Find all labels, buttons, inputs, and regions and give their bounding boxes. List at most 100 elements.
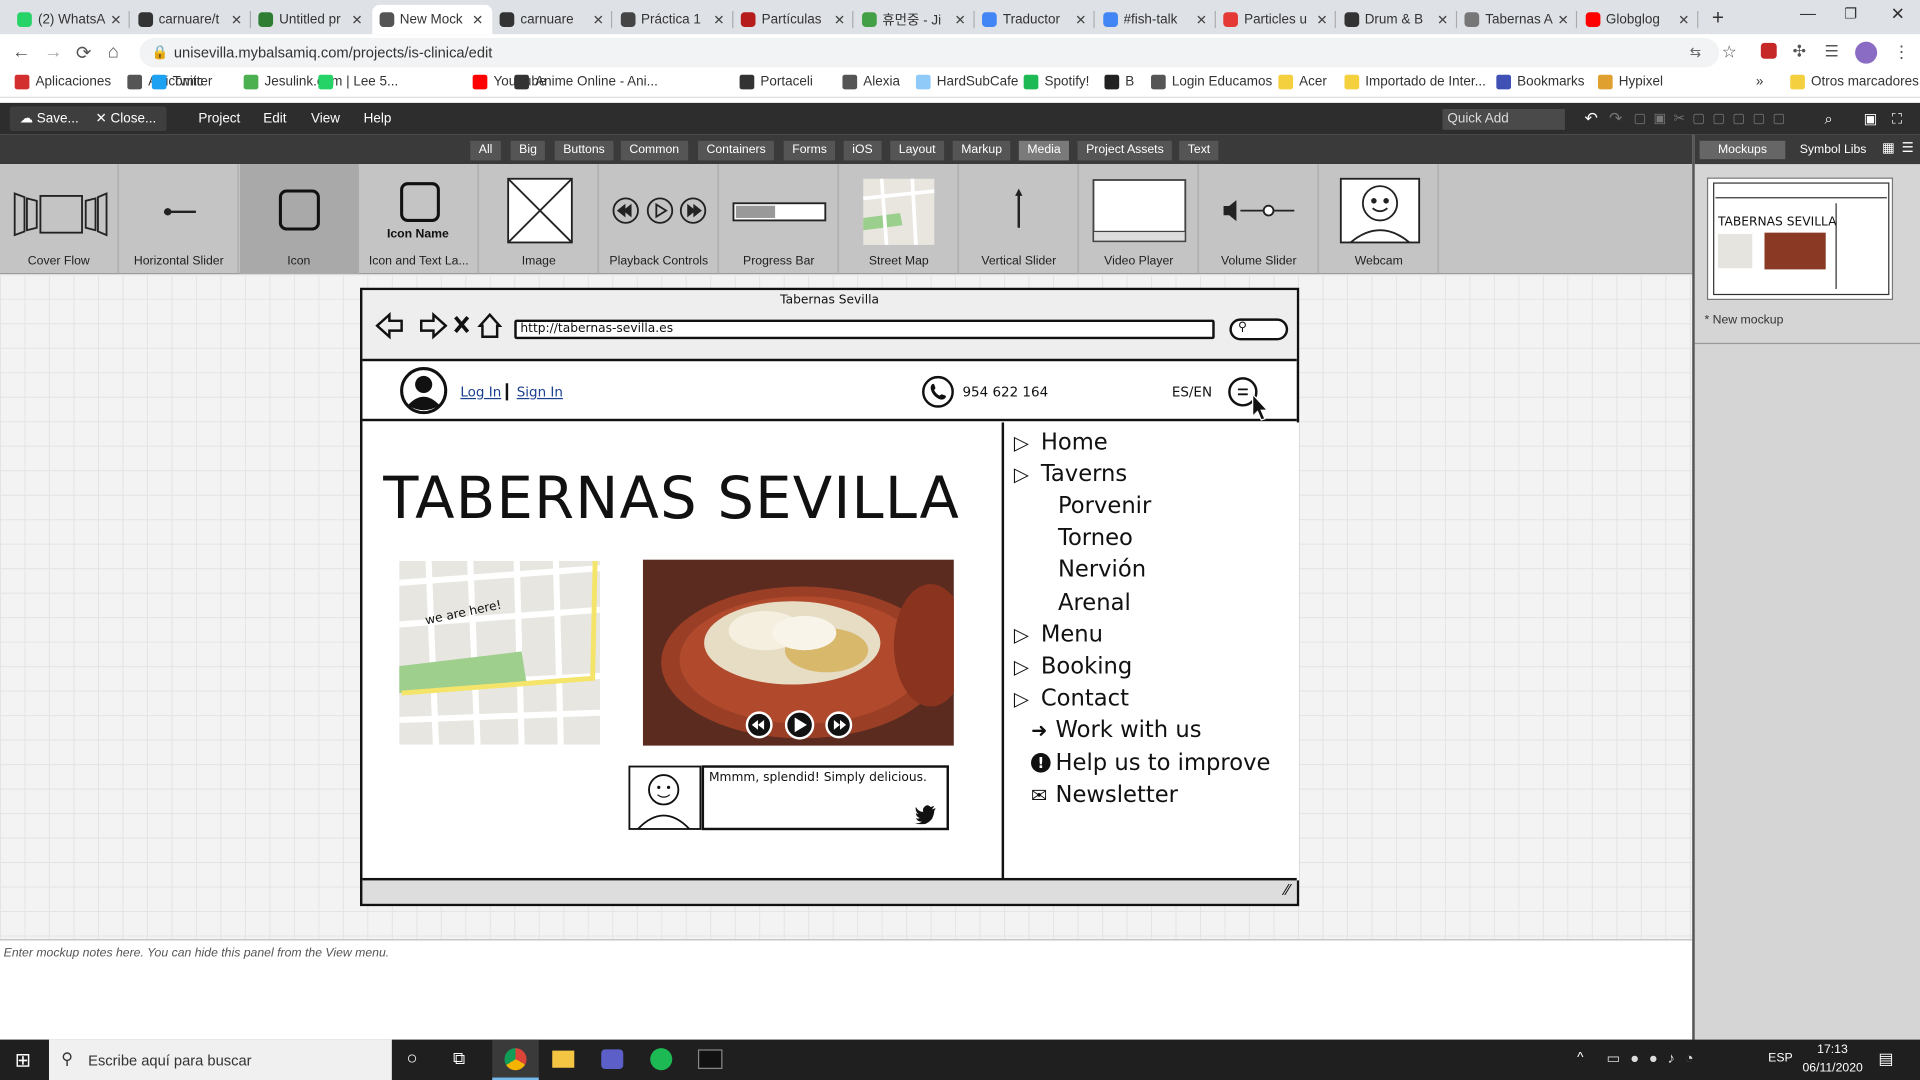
- tab-mockups[interactable]: Mockups: [1699, 140, 1786, 160]
- chrome-menu-icon[interactable]: ⋮: [1893, 42, 1910, 63]
- mockup-thumbnail[interactable]: TABERNAS SEVILLA: [1706, 177, 1894, 300]
- bookmark-item[interactable]: Twitter: [151, 74, 212, 90]
- user-avatar-icon[interactable]: [399, 366, 448, 415]
- filter-big[interactable]: Big: [510, 140, 546, 161]
- fullscreen-icon[interactable]: ⛶: [1892, 103, 1902, 135]
- tab-close-icon[interactable]: ✕: [1196, 12, 1211, 28]
- restore-button[interactable]: ❐: [1844, 5, 1857, 22]
- redo-icon[interactable]: ↷: [1609, 103, 1622, 135]
- other-bookmarks[interactable]: Otros marcadores: [1790, 74, 1919, 90]
- browser-tab[interactable]: Drum & B ✕: [1337, 5, 1457, 34]
- side-menu-item[interactable]: ▷ Home: [1014, 427, 1108, 456]
- signin-link[interactable]: Sign In: [517, 384, 563, 400]
- list-view-icon[interactable]: ☰: [1902, 140, 1914, 156]
- filter-forms[interactable]: Forms: [783, 140, 836, 161]
- filter-layout[interactable]: Layout: [890, 140, 945, 161]
- login-link[interactable]: Log In: [460, 384, 501, 400]
- browser-tab[interactable]: carnuare ✕: [492, 5, 613, 34]
- tab-close-icon[interactable]: ✕: [231, 12, 246, 28]
- filter-media[interactable]: Media: [1018, 140, 1070, 161]
- browser-tab[interactable]: New Mock ✕: [371, 4, 492, 35]
- filter-common[interactable]: Common: [620, 140, 688, 161]
- browser-tab[interactable]: Untitled pr ✕: [251, 5, 371, 34]
- terminal-icon[interactable]: [697, 1049, 723, 1069]
- bookmark-item[interactable]: Spotify!: [1023, 74, 1089, 90]
- notifications-icon[interactable]: ▤: [1878, 1049, 1893, 1069]
- new-tab-button[interactable]: +: [1712, 6, 1724, 30]
- translate-icon[interactable]: ⇆: [1690, 44, 1701, 60]
- back-icon[interactable]: ←: [12, 42, 30, 63]
- filter-project-assets[interactable]: Project Assets: [1077, 140, 1173, 161]
- tray-chevron-icon[interactable]: ^: [1577, 1051, 1583, 1066]
- grid-view-icon[interactable]: ▦: [1882, 140, 1895, 156]
- tab-close-icon[interactable]: ✕: [110, 12, 125, 28]
- bookmark-item[interactable]: Portaceli: [739, 74, 813, 90]
- filter-containers[interactable]: Containers: [697, 140, 775, 161]
- window-close-button[interactable]: ✕: [1891, 4, 1905, 25]
- street-map[interactable]: we are here!: [399, 560, 600, 745]
- bookmark-item[interactable]: Importado de Inter...: [1344, 74, 1486, 90]
- tab-close-icon[interactable]: ✕: [351, 12, 366, 28]
- windows-start-icon[interactable]: ⊞: [15, 1048, 31, 1072]
- spotify-icon[interactable]: [650, 1048, 673, 1071]
- bookmark-item[interactable]: Anime Online - Ani...: [514, 74, 658, 90]
- photo-playback-controls[interactable]: [745, 710, 853, 740]
- browser-tab[interactable]: 휴먼중 - Ji ✕: [854, 5, 975, 34]
- bookmark-star-icon[interactable]: ☆: [1722, 42, 1737, 63]
- tab-close-icon[interactable]: ✕: [1437, 12, 1452, 28]
- browser-tab[interactable]: Globglog ✕: [1578, 5, 1698, 34]
- close-button[interactable]: ✕ Close...: [85, 106, 167, 132]
- task-view-icon[interactable]: ⧉: [453, 1048, 465, 1069]
- undo-icon[interactable]: ↶: [1584, 103, 1597, 135]
- extension-icon[interactable]: [1760, 42, 1777, 59]
- browser-tab[interactable]: Traductor ✕: [975, 5, 1095, 34]
- bookmarks-more[interactable]: »: [1756, 75, 1764, 90]
- home-icon[interactable]: ⌂: [108, 42, 119, 63]
- bookmark-item[interactable]: B: [1104, 74, 1134, 90]
- notes-panel[interactable]: Enter mockup notes here. You can hide th…: [0, 939, 1693, 1040]
- filter-ios[interactable]: iOS: [843, 140, 882, 161]
- browser-tab[interactable]: (2) WhatsA ✕: [10, 5, 130, 34]
- browser-window-mockup[interactable]: Tabernas Sevilla http://tabernas-sevilla…: [360, 287, 1300, 907]
- quick-add-input[interactable]: Quick Add: [1442, 108, 1565, 130]
- side-menu-item[interactable]: ✉ Newsletter: [1031, 780, 1178, 809]
- filter-text[interactable]: Text: [1179, 140, 1219, 161]
- tab-close-icon[interactable]: ✕: [834, 12, 849, 28]
- language-switch[interactable]: ES/EN: [1172, 384, 1212, 400]
- explorer-icon[interactable]: [552, 1050, 575, 1068]
- tab-close-icon[interactable]: ✕: [1075, 12, 1090, 28]
- puzzle-icon[interactable]: ✣: [1793, 42, 1806, 62]
- reload-icon[interactable]: ⟳: [76, 42, 91, 64]
- menu-help[interactable]: Help: [364, 103, 392, 135]
- mockup-url-field[interactable]: http://tabernas-sevilla.es: [514, 319, 1215, 340]
- filter-markup[interactable]: Markup: [952, 140, 1011, 161]
- save-button[interactable]: ☁ Save...: [9, 106, 89, 132]
- side-menu-item[interactable]: ▷ Menu: [1014, 620, 1103, 649]
- cortana-icon[interactable]: ○: [407, 1048, 418, 1069]
- bookmark-item[interactable]: Hypixel: [1597, 74, 1663, 90]
- bookmark-item[interactable]: Login Educamos: [1151, 74, 1272, 90]
- forward-icon[interactable]: →: [44, 42, 62, 63]
- filter-all[interactable]: All: [470, 140, 501, 161]
- tab-symbol-libs[interactable]: Symbol Libs: [1790, 141, 1876, 159]
- search-icon[interactable]: ⌕: [1824, 103, 1832, 135]
- browser-tab[interactable]: #fish-talk ✕: [1095, 5, 1216, 34]
- menu-view[interactable]: View: [311, 103, 340, 135]
- side-menu-item[interactable]: ▷ Contact: [1014, 684, 1129, 713]
- keyboard-language[interactable]: ESP: [1768, 1052, 1793, 1065]
- tab-close-icon[interactable]: ✕: [1558, 12, 1573, 28]
- resize-grip-icon[interactable]: ⁄⁄: [1284, 882, 1289, 899]
- side-menu-item[interactable]: Torneo: [1058, 524, 1133, 553]
- side-menu-item[interactable]: ▷ Taverns: [1014, 459, 1127, 488]
- taskbar-search[interactable]: ⚲ Escribe aquí para buscar: [48, 1039, 392, 1080]
- chrome-taskbar-icon[interactable]: [492, 1039, 539, 1080]
- side-menu-item[interactable]: Nervión: [1058, 556, 1146, 585]
- bookmark-item[interactable]: Acer: [1278, 74, 1327, 90]
- side-menu-item[interactable]: ! Help us to improve: [1031, 748, 1270, 777]
- tab-close-icon[interactable]: ✕: [472, 12, 487, 28]
- teams-icon[interactable]: [601, 1049, 624, 1069]
- avatar[interactable]: [1855, 41, 1878, 64]
- side-menu-item[interactable]: Porvenir: [1058, 491, 1151, 520]
- bookmark-item[interactable]: Bookmarks: [1496, 74, 1585, 90]
- tab-close-icon[interactable]: ✕: [713, 12, 728, 28]
